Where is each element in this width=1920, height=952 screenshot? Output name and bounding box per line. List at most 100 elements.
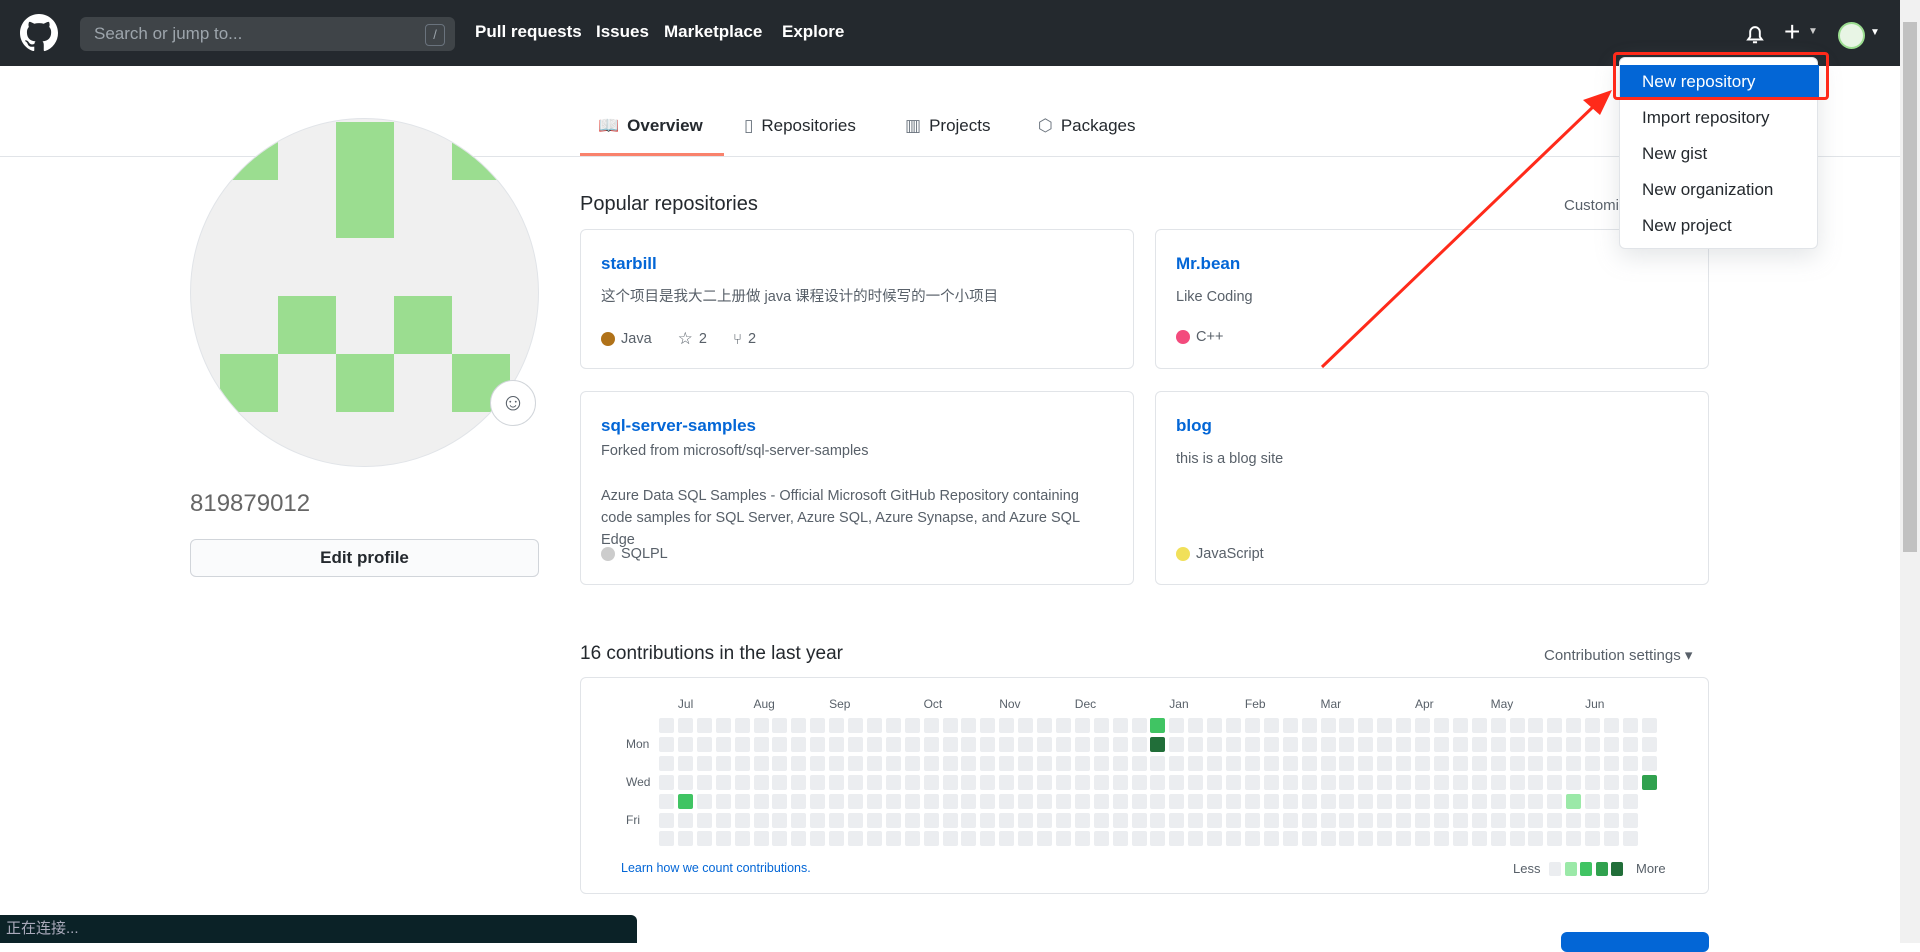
contribution-cell[interactable]	[1604, 793, 1619, 809]
contribution-cell[interactable]	[1226, 774, 1241, 790]
contribution-cell[interactable]	[1641, 718, 1657, 733]
contribution-cell[interactable]	[1282, 774, 1298, 790]
contribution-cell[interactable]	[1320, 831, 1336, 847]
contribution-cell[interactable]	[885, 774, 901, 790]
contribution-cell[interactable]	[1150, 718, 1166, 733]
contribution-cell[interactable]	[999, 774, 1015, 790]
forked-from[interactable]: Forked from microsoft/sql-server-samples	[601, 440, 1113, 462]
contribution-cell[interactable]	[1282, 736, 1298, 752]
contribution-cell[interactable]	[1377, 755, 1393, 771]
contribution-cell[interactable]	[1471, 812, 1487, 828]
contribution-cell[interactable]	[1320, 755, 1336, 771]
contribution-cell[interactable]	[1263, 736, 1279, 752]
contribution-cell[interactable]	[1074, 831, 1090, 847]
contribution-cell[interactable]	[829, 718, 845, 733]
contribution-cell[interactable]	[1263, 755, 1279, 771]
scrollbar-thumb[interactable]	[1903, 22, 1917, 552]
contribution-cell[interactable]	[696, 793, 712, 809]
contribution-cell[interactable]	[961, 793, 977, 809]
contribution-cell[interactable]	[734, 736, 750, 752]
contribution-cell[interactable]	[659, 831, 674, 847]
contribution-cell[interactable]	[1547, 774, 1563, 790]
contribution-cell[interactable]	[677, 736, 693, 752]
contribution-cell[interactable]	[1547, 755, 1563, 771]
contribution-cell[interactable]	[866, 793, 882, 809]
contribution-cell[interactable]	[1339, 736, 1355, 752]
contribution-cell[interactable]	[829, 755, 845, 771]
contribution-cell[interactable]	[1131, 812, 1147, 828]
nav-pull-requests[interactable]: Pull requests	[475, 22, 582, 42]
contribution-cell[interactable]	[753, 812, 769, 828]
contribution-cell[interactable]	[1093, 812, 1109, 828]
caret-down-icon[interactable]: ▼	[1808, 26, 1818, 37]
contribution-cell[interactable]	[904, 718, 920, 733]
contribution-cell[interactable]	[1585, 736, 1601, 752]
contribution-cell[interactable]	[1528, 736, 1544, 752]
contribution-cell[interactable]	[1263, 718, 1279, 733]
contribution-cell[interactable]	[659, 812, 674, 828]
contribution-cell[interactable]	[677, 831, 693, 847]
contribution-cell[interactable]	[942, 812, 958, 828]
contribution-cell[interactable]	[1226, 755, 1241, 771]
contribution-cell[interactable]	[1358, 755, 1374, 771]
contribution-cell[interactable]	[1037, 831, 1052, 847]
contribution-cell[interactable]	[1112, 755, 1128, 771]
contribution-cell[interactable]	[1509, 812, 1525, 828]
contribution-cell[interactable]	[1037, 755, 1052, 771]
contribution-cell[interactable]	[659, 755, 674, 771]
contribution-cell[interactable]	[848, 736, 863, 752]
contribution-cell[interactable]	[1093, 774, 1109, 790]
contribution-cell[interactable]	[1207, 831, 1223, 847]
contribution-cell[interactable]	[848, 718, 863, 733]
contribution-cell[interactable]	[1244, 812, 1260, 828]
contribution-cell[interactable]	[753, 774, 769, 790]
contribution-cell[interactable]	[1150, 793, 1166, 809]
contribution-cell[interactable]	[942, 718, 958, 733]
contribution-cell[interactable]	[980, 774, 996, 790]
contribution-cell[interactable]	[1433, 774, 1449, 790]
contribution-cell[interactable]	[1471, 774, 1487, 790]
search-input[interactable]: Search or jump to... /	[80, 17, 455, 51]
contribution-cell[interactable]	[848, 755, 863, 771]
contribution-cell[interactable]	[1471, 736, 1487, 752]
contribution-cell[interactable]	[1396, 812, 1412, 828]
contribution-cell[interactable]	[1566, 736, 1582, 752]
contribution-cell[interactable]	[734, 812, 750, 828]
contribution-cell[interactable]	[1074, 793, 1090, 809]
contribution-cell[interactable]	[923, 774, 939, 790]
contribution-cell[interactable]	[1207, 774, 1223, 790]
contribution-cell[interactable]	[961, 831, 977, 847]
contribution-cell[interactable]	[848, 793, 863, 809]
contribution-cell[interactable]	[1415, 774, 1430, 790]
contribution-cell[interactable]	[1528, 774, 1544, 790]
contribution-cell[interactable]	[677, 774, 693, 790]
contribution-cell[interactable]	[1490, 812, 1506, 828]
contribution-cell[interactable]	[1415, 812, 1430, 828]
contribution-cell[interactable]	[1433, 793, 1449, 809]
contribution-cell[interactable]	[1622, 736, 1638, 752]
contribution-cell[interactable]	[677, 793, 693, 809]
contribution-cell[interactable]	[1339, 793, 1355, 809]
contribution-cell[interactable]	[829, 793, 845, 809]
contribution-cell[interactable]	[1433, 718, 1449, 733]
contribution-cell[interactable]	[1604, 718, 1619, 733]
contribution-cell[interactable]	[1415, 755, 1430, 771]
contribution-cell[interactable]	[1433, 831, 1449, 847]
plus-icon[interactable]: +	[1784, 16, 1800, 48]
contribution-cell[interactable]	[1415, 793, 1430, 809]
contribution-cell[interactable]	[1169, 812, 1185, 828]
contribution-cell[interactable]	[1150, 755, 1166, 771]
contribution-cell[interactable]	[866, 812, 882, 828]
contribution-cell[interactable]	[753, 831, 769, 847]
contribution-cell[interactable]	[1452, 831, 1468, 847]
contribution-cell[interactable]	[1244, 774, 1260, 790]
contribution-cell[interactable]	[1396, 736, 1412, 752]
contribution-cell[interactable]	[1112, 831, 1128, 847]
contribution-cell[interactable]	[1433, 812, 1449, 828]
contribution-cell[interactable]	[734, 793, 750, 809]
contribution-cell[interactable]	[1282, 812, 1298, 828]
contribution-cell[interactable]	[1244, 736, 1260, 752]
contribution-cell[interactable]	[1263, 831, 1279, 847]
contribution-cell[interactable]	[1301, 812, 1317, 828]
contribution-cell[interactable]	[1471, 718, 1487, 733]
